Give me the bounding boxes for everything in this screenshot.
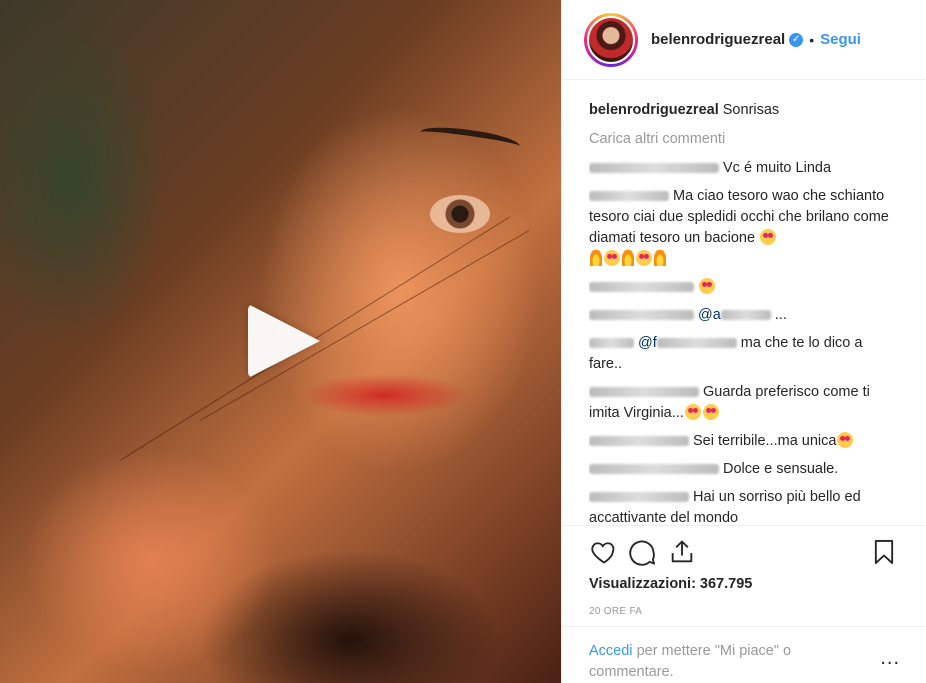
post-caption: belenrodriguezreal Sonrisas <box>589 100 899 121</box>
comment-item: Hai un sorriso più bello ed accattivante… <box>589 487 899 525</box>
comment-text: ... <box>774 307 787 323</box>
avatar-image <box>587 15 635 64</box>
heart-icon[interactable] <box>589 538 619 566</box>
fire-emoji-icon <box>590 250 602 266</box>
comment-icon[interactable] <box>629 538 657 566</box>
separator-dot: • <box>809 31 815 48</box>
comment-text: Vc é muito Linda <box>723 160 832 176</box>
comment-username-blurred[interactable] <box>589 310 694 321</box>
login-prompt: Accedi per mettere "Mi piace" o commenta… <box>589 641 839 683</box>
post-timestamp: 20 ORE FA <box>589 606 643 617</box>
comment-username-blurred[interactable] <box>589 163 719 174</box>
video-player[interactable] <box>0 0 561 683</box>
comment-username-blurred[interactable] <box>589 387 699 398</box>
follow-button[interactable]: Segui <box>820 31 861 48</box>
comments-list[interactable]: belenrodriguezreal Sonrisas Carica altri… <box>589 100 899 525</box>
comment-item: Guarda preferisco come ti imita Virginia… <box>589 382 899 424</box>
share-icon[interactable] <box>668 538 696 566</box>
comment-item: Dolce e sensuale. <box>589 459 899 480</box>
heart-eyes-emoji-icon <box>760 229 777 245</box>
laughing-emoji-icon <box>702 404 719 420</box>
fire-emoji-icon <box>622 250 634 266</box>
login-link[interactable]: Accedi <box>589 643 633 659</box>
comment-mention[interactable]: @a <box>698 307 721 323</box>
mention-blurred <box>720 310 771 321</box>
laughing-emoji-icon <box>684 404 701 420</box>
photo-eyebrow <box>419 123 521 155</box>
comment-mention[interactable]: @f <box>638 335 657 351</box>
heart-eyes-emoji-icon <box>699 278 715 294</box>
comment-username-blurred[interactable] <box>589 338 634 349</box>
action-bar: Visualizzazioni: 367.795 20 ORE FA <box>562 525 926 625</box>
comment-item: Vc é muito Linda <box>589 158 899 179</box>
comment-text: Sei terribile...ma unica <box>693 433 837 449</box>
comment-item: Ma ciao tesoro wao che schianto tesoro c… <box>589 186 899 270</box>
login-footer: Accedi per mettere "Mi piace" o commenta… <box>562 626 926 683</box>
post-username[interactable]: belenrodriguezreal <box>651 31 785 48</box>
caption-text: Sonrisas <box>722 102 780 118</box>
comment-username-blurred[interactable] <box>589 282 694 293</box>
comment-username-blurred[interactable] <box>589 492 689 503</box>
bookmark-icon[interactable] <box>870 538 898 566</box>
comment-item: @a... <box>589 305 899 326</box>
comment-username-blurred[interactable] <box>589 191 669 202</box>
kiss-emoji-icon <box>837 432 854 448</box>
caption-username[interactable]: belenrodriguezreal <box>589 102 719 118</box>
comment-item: Sei terribile...ma unica <box>589 431 899 452</box>
load-more-comments[interactable]: Carica altri commenti <box>589 129 899 150</box>
mention-blurred <box>656 338 737 349</box>
comment-username-blurred[interactable] <box>589 464 719 475</box>
play-icon[interactable] <box>248 304 320 378</box>
comment-text: Dolce e sensuale. <box>723 461 839 477</box>
comment-username-blurred[interactable] <box>589 436 689 447</box>
more-options-icon[interactable]: ... <box>880 647 900 670</box>
comment-item: @f ma che te lo dico a fare.. <box>589 333 899 375</box>
avatar[interactable] <box>584 12 638 67</box>
photo-eye <box>430 195 490 233</box>
comment-item <box>589 277 899 298</box>
heart-eyes-emoji-icon <box>604 250 620 266</box>
verified-icon: ✓ <box>789 32 804 47</box>
view-count: Visualizzazioni: 367.795 <box>589 576 753 592</box>
post-modal: belenrodriguezreal ✓ • Segui belenrodrig… <box>0 0 926 683</box>
heart-eyes-emoji-icon <box>636 250 652 266</box>
side-panel: belenrodriguezreal ✓ • Segui belenrodrig… <box>561 0 926 683</box>
fire-emoji-icon <box>654 250 666 266</box>
post-header: belenrodriguezreal ✓ • Segui <box>562 0 926 80</box>
